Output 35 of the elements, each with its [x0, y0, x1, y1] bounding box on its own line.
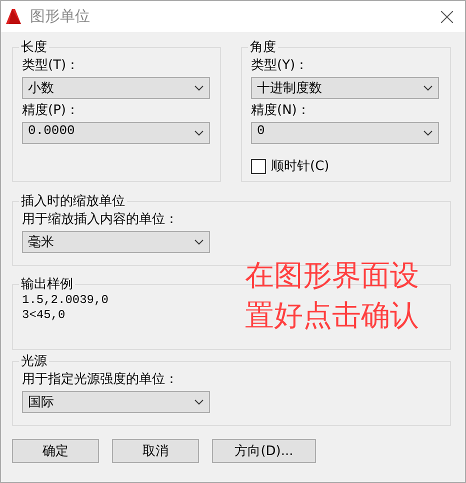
group-title: 长度 — [20, 39, 48, 56]
field-label: 用于指定光源强度的单位： — [22, 371, 179, 389]
chevron-down-icon — [423, 85, 433, 91]
dropdown[interactable]: 小数 — [22, 77, 210, 99]
dropdown[interactable]: 十进制度数 — [251, 77, 439, 99]
field-label: 精度(N)： — [251, 102, 311, 120]
close-icon[interactable] — [441, 10, 453, 22]
chevron-down-icon — [194, 130, 204, 136]
chevron-down-icon — [194, 239, 204, 245]
dropdown[interactable]: 0 — [251, 122, 439, 144]
app-icon — [5, 8, 22, 25]
field-label: 类型(Y)： — [251, 57, 310, 75]
field-label: 类型(T)： — [22, 57, 80, 75]
checkbox[interactable] — [251, 158, 266, 174]
dropdown[interactable]: 毫米 — [22, 231, 210, 253]
chevron-down-icon — [194, 85, 204, 91]
window-title: 图形单位 — [30, 7, 91, 26]
group-title: 角度 — [249, 39, 277, 56]
dialog-button[interactable]: 方向(D)... — [212, 439, 316, 463]
annotation-text: 在图形界面设 — [245, 257, 419, 294]
dialog-button[interactable]: 确定 — [12, 439, 99, 463]
dropdown[interactable]: 国际 — [22, 391, 210, 413]
group-title: 光源 — [20, 353, 48, 370]
chevron-down-icon — [423, 130, 433, 136]
sample-text: 1.5,2.0039,0 — [22, 293, 108, 308]
field-label: 精度(P)： — [22, 102, 80, 120]
checkbox-label: 顺时针(C) — [271, 158, 330, 175]
annotation-text: 置好点击确认 — [245, 297, 419, 334]
group-title: 输出样例 — [20, 276, 74, 293]
sample-text: 3<45,0 — [22, 308, 66, 323]
dialog-button[interactable]: 取消 — [112, 439, 199, 463]
chevron-down-icon — [194, 399, 204, 405]
dropdown[interactable]: 0.0000 — [22, 122, 210, 144]
field-label: 用于缩放插入内容的单位： — [22, 211, 179, 229]
group-title: 插入时的缩放单位 — [20, 193, 126, 210]
